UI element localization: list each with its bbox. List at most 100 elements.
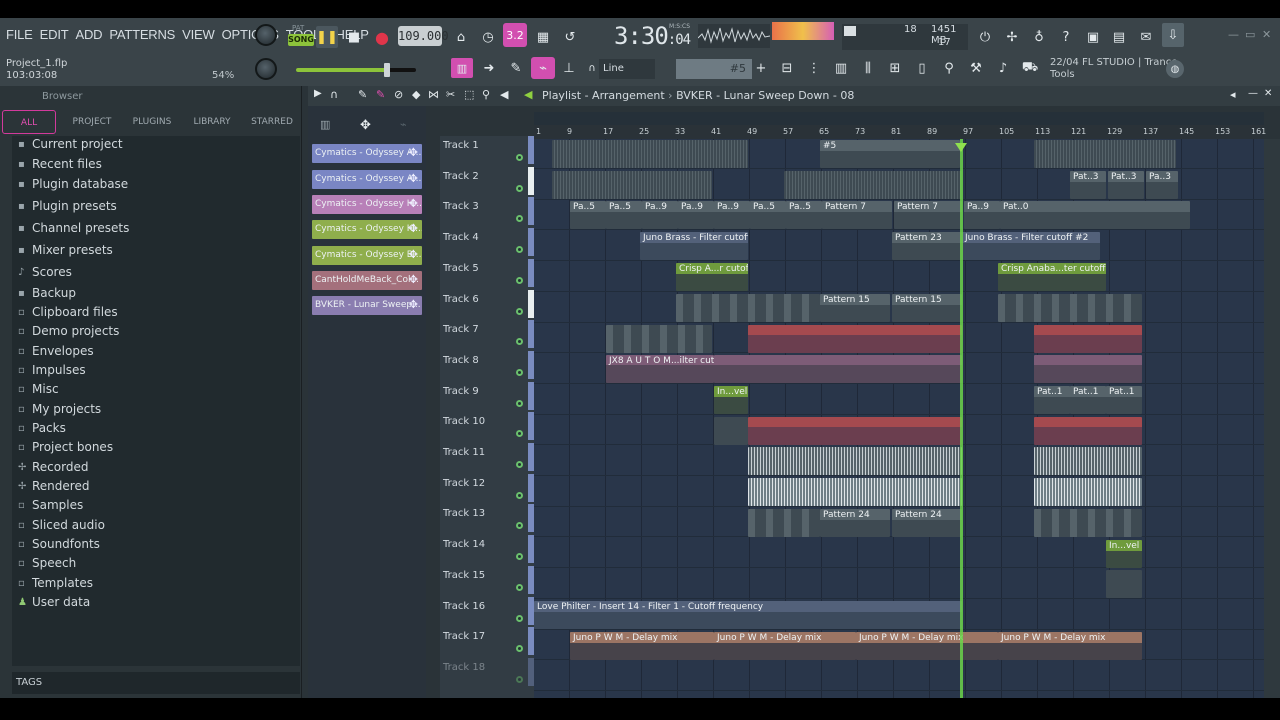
track-header[interactable]: Track 3 <box>442 197 534 227</box>
clip[interactable] <box>676 294 820 322</box>
close-icon[interactable]: ✕ <box>1262 28 1271 41</box>
automation-clip[interactable]: Love Philter - Insert 14 - Filter 1 - Cu… <box>534 601 962 629</box>
track-mute-led[interactable] <box>516 461 523 468</box>
arrow-left-icon[interactable]: ◂ <box>1230 88 1236 101</box>
clip[interactable] <box>748 447 962 475</box>
track-mute-led[interactable] <box>516 184 523 192</box>
track-mute-led[interactable] <box>516 399 523 407</box>
track-header[interactable]: Track 7 <box>442 320 534 350</box>
file-icon[interactable]: ▯ <box>912 58 932 78</box>
step-edit-button[interactable]: 3.2 <box>503 23 527 47</box>
midi-icon[interactable]: ✢ <box>1002 26 1022 48</box>
browser-item-templates[interactable]: ▫ Templates <box>18 576 93 590</box>
record-button[interactable]: ● <box>371 26 393 48</box>
automation-clip[interactable]: Juno Brass - Filter cutoff <box>640 232 748 260</box>
playlist-icon[interactable]: ⊟ <box>777 58 797 78</box>
browser-item-soundfonts[interactable]: ▫ Soundfonts <box>18 537 100 551</box>
track-lane[interactable] <box>534 569 1264 599</box>
slider-handle[interactable] <box>384 63 390 77</box>
track-mute-led[interactable] <box>516 522 523 530</box>
browser-item-packs[interactable]: ▫ Packs <box>18 421 66 435</box>
arrangement-grid[interactable]: #5 Pat..3 Pat..3 Pa..3 Pa..5 Pa..5 Pa..9… <box>534 139 1264 698</box>
track-lane[interactable] <box>534 262 1264 292</box>
menu-view[interactable]: VIEW <box>182 27 215 42</box>
pattern-item[interactable]: BVKER - Lunar Sweep... ✥ <box>312 296 422 315</box>
draw-tool-icon[interactable]: ✎ <box>358 88 367 101</box>
browser-item-backup[interactable]: ▪ Backup <box>18 286 76 300</box>
track-header[interactable]: Track 14 <box>442 535 534 565</box>
track-mute-led[interactable] <box>516 338 523 346</box>
track-lane[interactable] <box>534 538 1264 569</box>
clip[interactable] <box>748 417 962 445</box>
browser-item-samples[interactable]: ▫ Samples <box>18 498 83 512</box>
browser-item-scores[interactable]: ♪ Scores <box>18 265 72 279</box>
track-header[interactable]: Track 6 <box>442 289 534 320</box>
wrench-icon[interactable]: ⚒ <box>966 58 986 78</box>
clip[interactable]: Pa..9 <box>714 201 750 229</box>
pause-button[interactable]: ❚❚ <box>316 26 338 48</box>
clip[interactable]: Pat..1 <box>1070 386 1106 414</box>
clip[interactable]: Pa..3 <box>1146 171 1178 199</box>
clip[interactable] <box>1034 417 1142 445</box>
automation-clip[interactable]: Juno P W M - Delay mix <box>714 632 856 660</box>
clip[interactable]: Pat..3 <box>1108 171 1144 199</box>
clip[interactable]: Pat..1 <box>1034 386 1070 414</box>
clip[interactable] <box>1034 140 1176 168</box>
automation-clip[interactable]: Crisp A...r cutoff <box>676 263 748 291</box>
clip[interactable]: Pa..5 <box>606 201 642 229</box>
delete-tool-icon[interactable]: ⊘ <box>394 88 403 101</box>
automation-clip[interactable]: Juno P W M - Delay mix <box>856 632 998 660</box>
tab-starred[interactable]: STARRED <box>242 110 302 134</box>
slice-tool-icon[interactable]: ✂ <box>446 88 455 101</box>
tags-bar[interactable]: TAGS <box>12 672 300 694</box>
piano-roll-icon[interactable]: ▥ <box>831 58 851 78</box>
clip[interactable]: Pattern 7 <box>822 201 892 229</box>
piano-roll-mode-icon[interactable]: ▥ <box>451 58 473 78</box>
guitar-icon[interactable]: ♪ <box>993 58 1013 78</box>
power-icon[interactable]: ⏻ <box>975 26 995 48</box>
track-header[interactable]: Track 10 <box>442 412 534 442</box>
picker-icon-2[interactable]: ✥ <box>360 118 371 133</box>
magnet-icon[interactable]: ∩ <box>330 88 338 101</box>
clip[interactable] <box>1034 447 1142 475</box>
pattern-item[interactable]: Cymatics - Odyssey B... ✥ <box>312 246 422 265</box>
timeline-ruler[interactable]: 1 9 17 25 33 41 49 57 65 73 81 89 97 105 113 121 129 137 1… <box>534 125 1266 139</box>
stamp-icon[interactable]: ⊥ <box>558 58 580 78</box>
automation-clip[interactable]: Juno P W M - Delay mix <box>998 632 1142 660</box>
channel-rack-icon[interactable]: ⋮ <box>804 58 824 78</box>
browser-item-channel-presets[interactable]: ▪ Channel presets <box>18 221 129 235</box>
automation-clip[interactable]: In...vel <box>714 386 748 414</box>
playhead-marker-icon[interactable] <box>955 143 967 152</box>
automation-clip[interactable]: In...vel <box>1106 540 1142 568</box>
browser-item-sliced-audio[interactable]: ▫ Sliced audio <box>18 518 105 532</box>
clip[interactable]: Pattern 24 <box>820 509 890 537</box>
stop-button[interactable]: ■ <box>344 26 364 48</box>
clip[interactable]: Pa..5 <box>786 201 822 229</box>
track-mute-led[interactable] <box>516 491 523 499</box>
browser-item-plugin-database[interactable]: ▪ Plugin database <box>18 177 128 191</box>
clip[interactable]: Pa..9 <box>964 201 1000 229</box>
play-arrow-icon[interactable]: ▶ <box>314 88 322 99</box>
select-tool-icon[interactable]: ⬚ <box>464 88 474 101</box>
clip[interactable]: Pa..9 <box>678 201 714 229</box>
clip[interactable] <box>552 171 712 199</box>
cart-icon[interactable]: ⛟ <box>1020 58 1040 78</box>
pattern-selector[interactable]: #5 <box>676 59 752 79</box>
track-header[interactable]: Track 1 <box>442 136 534 166</box>
browser-item-demo-projects[interactable]: ▫ Demo projects <box>18 324 119 338</box>
track-mute-led[interactable] <box>516 583 523 591</box>
clip[interactable] <box>784 171 962 199</box>
slip-tool-icon[interactable]: ⋈ <box>428 88 439 101</box>
clip[interactable]: Pattern 24 <box>892 509 962 537</box>
track-header[interactable]: Track 17 <box>442 627 534 657</box>
clip[interactable] <box>714 355 962 383</box>
track-mute-led[interactable] <box>516 368 523 376</box>
clip[interactable]: Pattern 23 <box>892 232 962 260</box>
clip[interactable] <box>998 294 1142 322</box>
tab-library[interactable]: LIBRARY <box>182 110 242 134</box>
overview-bar[interactable] <box>534 112 1264 125</box>
browser-item-impulses[interactable]: ▫ Impulses <box>18 363 86 377</box>
browser-item-my-projects[interactable]: ▫ My projects <box>18 402 101 416</box>
track-mute-led[interactable] <box>516 154 523 161</box>
vertical-scrollbar[interactable] <box>1264 139 1280 698</box>
